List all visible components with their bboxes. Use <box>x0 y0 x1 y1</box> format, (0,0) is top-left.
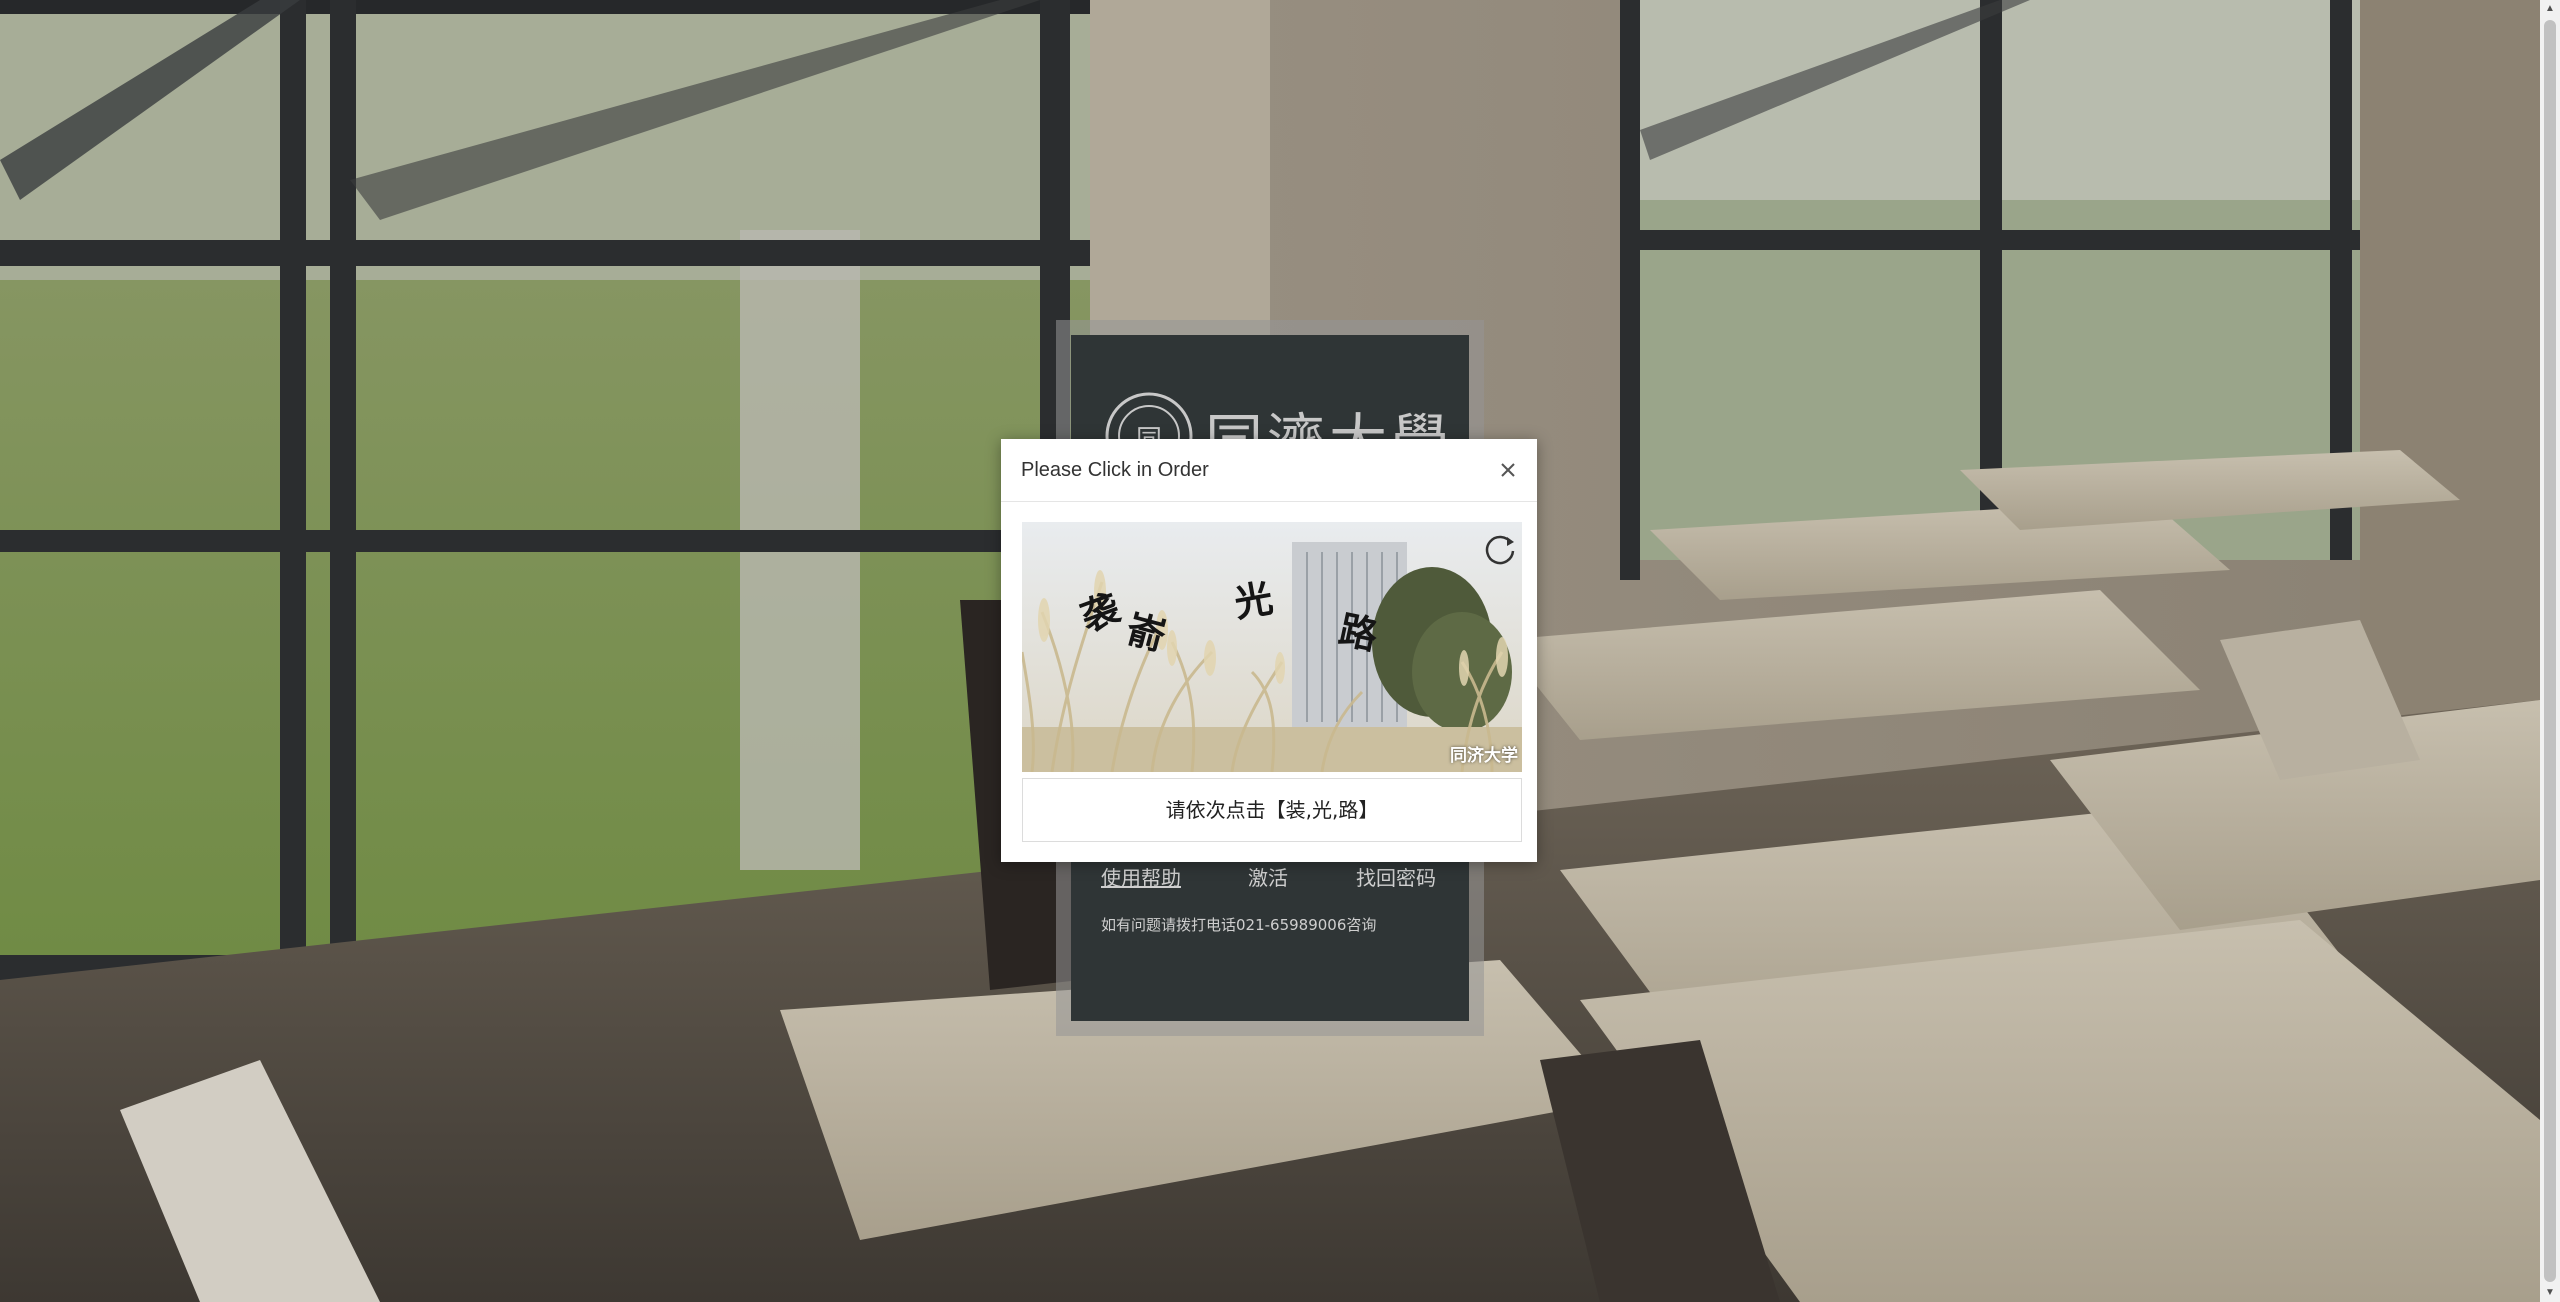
captcha-watermark: 同济大学 <box>1450 746 1518 766</box>
close-icon[interactable] <box>1497 459 1519 481</box>
login-links: 使用帮助 激活 找回密码 <box>1101 862 1441 892</box>
captcha-image[interactable]: 袭 嵛 光 路 同济大学 <box>1022 522 1522 772</box>
captcha-modal: Please Click in Order 袭 嵛 光 路 同济大学 请依次点击… <box>1001 439 1537 862</box>
refresh-icon[interactable] <box>1483 531 1517 565</box>
modal-title: Please Click in Order <box>1021 459 1209 481</box>
help-link[interactable]: 使用帮助 <box>1101 862 1181 891</box>
recover-password-link[interactable]: 找回密码 <box>1356 862 1436 891</box>
scrollbar-thumb[interactable] <box>2544 20 2556 1282</box>
support-phone-note: 如有问题请拨打电话021-65989006咨询 <box>1101 916 1377 934</box>
modal-header: Please Click in Order <box>1001 439 1537 502</box>
captcha-instruction: 请依次点击【装,光,路】 <box>1022 778 1522 842</box>
scroll-down-arrow-icon[interactable]: ▼ <box>2540 1284 2560 1302</box>
activate-link[interactable]: 激活 <box>1248 862 1288 891</box>
vertical-scrollbar[interactable]: ▲ ▼ <box>2540 0 2560 1302</box>
scroll-up-arrow-icon[interactable]: ▲ <box>2540 0 2560 18</box>
